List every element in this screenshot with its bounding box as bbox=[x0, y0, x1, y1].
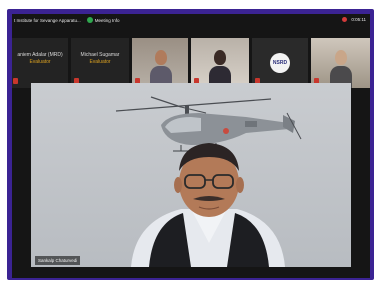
participant-video-tile[interactable] bbox=[191, 38, 249, 88]
participant-video bbox=[132, 38, 188, 88]
participant-video bbox=[191, 38, 249, 88]
participant-role: Evaluator bbox=[29, 59, 51, 65]
person-head bbox=[335, 50, 347, 65]
meeting-time: 0:05:11 bbox=[351, 17, 366, 22]
participant-tile[interactable]: Michael Sugamar Evaluator bbox=[71, 38, 129, 88]
participant-video-tile[interactable]: NSRD bbox=[252, 38, 308, 88]
participant-video bbox=[311, 38, 370, 88]
meeting-window: t Institute for Sevange Apparatu... Meet… bbox=[12, 14, 370, 278]
participant-tile[interactable]: aniem Adalar (MRD) Evaluator bbox=[12, 38, 68, 88]
mic-muted-icon bbox=[13, 78, 18, 84]
participant-video-tile[interactable] bbox=[132, 38, 188, 88]
meeting-info-button[interactable]: Meeting Info bbox=[86, 17, 120, 23]
window-title: t Institute for Sevange Apparatu... bbox=[14, 17, 81, 23]
participant-strip[interactable]: aniem Adalar (MRD) Evaluator Michael Sug… bbox=[12, 38, 370, 88]
participant-name: Michael Sugamar bbox=[80, 52, 120, 58]
participant-video-tile[interactable] bbox=[311, 38, 370, 88]
main-video[interactable]: Sankalp Chaturvedi bbox=[31, 83, 351, 267]
speaker-name-tag: Sankalp Chaturvedi bbox=[35, 256, 81, 265]
helicopter-image bbox=[115, 96, 302, 152]
record-icon bbox=[342, 17, 348, 22]
participant-role: Evaluator bbox=[89, 59, 111, 65]
person-head bbox=[155, 50, 167, 65]
organization-logo: NSRD bbox=[270, 53, 290, 73]
meeting-info-label: Meeting Info bbox=[94, 17, 120, 23]
recording-indicator: 0:05:11 bbox=[342, 17, 366, 22]
speaker-person bbox=[131, 143, 285, 267]
participant-name: aniem Adalar (MRD) bbox=[17, 52, 63, 58]
shield-icon bbox=[86, 17, 93, 23]
participant-video: NSRD bbox=[252, 38, 308, 88]
speaker-name: Sankalp Chaturvedi bbox=[38, 258, 78, 263]
logo-text: NSRD bbox=[272, 60, 288, 66]
person-head bbox=[214, 50, 226, 65]
speaker-video-scene bbox=[115, 96, 302, 267]
title-bar: t Institute for Sevange Apparatu... Meet… bbox=[12, 14, 370, 26]
